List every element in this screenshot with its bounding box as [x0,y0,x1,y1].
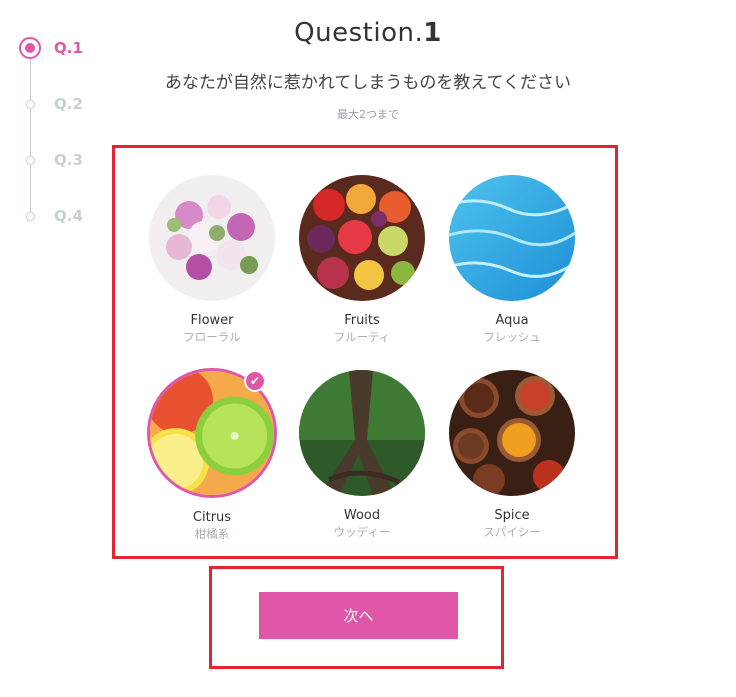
selected-check-icon: ✔ [244,370,266,392]
step-q4[interactable]: Q.4 [18,204,83,228]
step-dot-icon [25,211,35,221]
option-aqua[interactable]: Aqua フレッシュ [442,175,582,345]
option-name: Fruits [344,313,380,328]
option-subname: スパイシー [483,525,541,539]
option-name: Aqua [495,313,529,328]
spices-image [449,370,575,496]
tree-roots-image [299,370,425,496]
option-name: Citrus [192,510,232,525]
question-text: あなたが自然に惹かれてしまうものを教えてください [164,73,572,93]
option-name: Flower [190,313,234,328]
question-number: 1 [423,18,442,48]
option-subname: フレッシュ [483,330,541,344]
step-q3[interactable]: Q.3 [18,148,83,172]
flower-bouquet-image [149,175,275,301]
water-image [449,175,575,301]
option-name: Wood [343,508,381,523]
option-name: Spice [494,508,530,523]
question-title-prefix: Question. [294,18,424,48]
option-subname: ウッディー [333,525,391,539]
question-title: Question.1 [0,18,736,48]
question-stepper: Q.1 Q.2 Q.3 Q.4 [18,32,98,232]
step-dot-icon [25,155,35,165]
step-label: Q.3 [54,151,83,169]
option-subname: フローラル [183,330,241,344]
selection-limit-hint: 最大2つまで [337,108,399,121]
option-subname: フルーティ [333,330,391,344]
fruits-image [299,175,425,301]
option-subname: 柑橘系 [194,527,230,541]
option-wood[interactable]: Wood ウッディー [292,370,432,540]
option-flower[interactable]: Flower フローラル [142,175,282,345]
option-spice[interactable]: Spice スパイシー [442,370,582,540]
step-label: Q.4 [54,207,83,225]
option-citrus[interactable]: ✔ Citrus 柑橘系 [142,368,282,542]
option-fruits[interactable]: Fruits フルーティ [292,175,432,345]
next-button[interactable]: 次へ [259,592,458,639]
